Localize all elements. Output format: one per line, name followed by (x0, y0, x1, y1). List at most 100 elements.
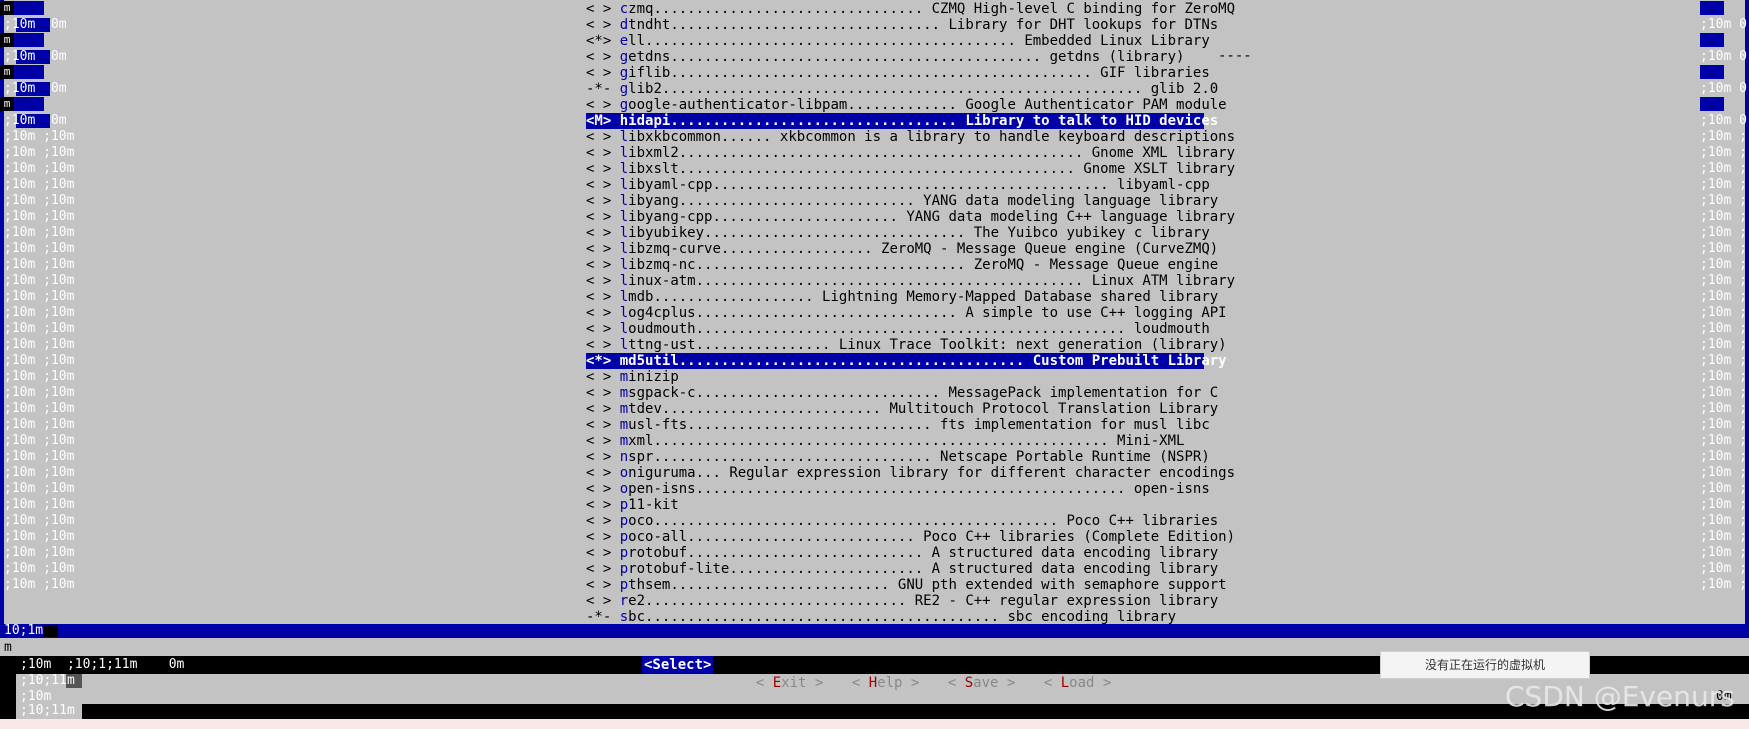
menu-item[interactable]: < > mxml................................… (586, 433, 1204, 449)
menu-item[interactable]: < > open-isns...........................… (586, 481, 1210, 497)
menu-item[interactable]: < > poco................................… (586, 513, 1218, 529)
menu-item[interactable]: < > lmdb................... Lightning Me… (586, 289, 1218, 305)
menu-item-label: zmq................................ CZMQ… (628, 1, 1236, 17)
load-hotkey: L (1060, 675, 1070, 691)
menu-item-hotkey: h (619, 113, 629, 129)
cursor-block (44, 625, 58, 637)
menu-item[interactable]: < > libyaml-cpp.........................… (586, 177, 1210, 193)
right-garbage-text: ;10m ; (1700, 305, 1747, 320)
menu-item[interactable]: < > linux-atm...........................… (586, 273, 1235, 289)
menu-item[interactable]: < > protobuf-lite.......................… (586, 561, 1218, 577)
menu-item[interactable]: < > libzmq-curve.................. ZeroM… (586, 241, 1218, 257)
left-garbage-text: ;10m ;10m (4, 401, 75, 416)
menu-item[interactable]: < > libxkbcommon...... xkbcommon is a li… (586, 129, 1235, 145)
status-bar-text: 10;1m (4, 623, 44, 638)
bottom-row-3 (16, 690, 1749, 704)
menu-item[interactable]: < > loudmouth...........................… (586, 321, 1210, 337)
left-garbage-text: ;10m ;10m (4, 177, 75, 192)
left-garbage-text: ;10m ;10m (4, 289, 75, 304)
menu-item[interactable]: < > re2............................... R… (586, 593, 1218, 609)
left-garbage-text: ;10m ;10m (4, 465, 75, 480)
menu-item-selector: < > (586, 337, 612, 353)
menu-item[interactable]: < > msgpack-c...........................… (586, 385, 1218, 401)
left-garbage-text: ;10m ;10m (4, 225, 75, 240)
menu-item[interactable]: < > oniguruma... Regular expression libr… (586, 465, 1235, 481)
menu-item-selector: < > (586, 481, 612, 497)
menu-item[interactable]: < > google-authenticator-libpam.........… (586, 97, 1227, 113)
left-garbage-text: ;10m ;10m (4, 433, 75, 448)
right-garbage-text: ;10m ; (1700, 209, 1747, 224)
help-open: < (851, 675, 869, 691)
exit-button[interactable]: < Exit > (739, 656, 823, 691)
menu-item-selector: < > (586, 497, 612, 513)
menu-item[interactable]: < > giflib..............................… (586, 65, 1210, 81)
menu-item[interactable]: < > libyang-cpp...................... YA… (586, 209, 1235, 225)
save-button[interactable]: < Save > (931, 656, 1015, 691)
menu-item-hotkey: g (619, 97, 629, 113)
menu-item-selector: < > (586, 225, 612, 241)
bottom-line-2: ;10;11m (20, 673, 75, 688)
menu-item[interactable]: < > nspr................................… (586, 449, 1210, 465)
menu-item[interactable]: < > dtndht..............................… (586, 17, 1218, 33)
menu-item-hotkey: r (619, 593, 629, 609)
menu-item-hotkey: s (619, 609, 629, 625)
menu-item-label: e2............................... RE2 - … (628, 593, 1219, 609)
menu-item-hotkey: p (619, 497, 629, 513)
menu-item-label: etdns...................................… (628, 49, 1185, 65)
right-garbage-text: ;10m ; (1700, 513, 1747, 528)
menu-item[interactable]: < > libxml2.............................… (586, 145, 1235, 161)
right-garbage-text: ;10m ; (1700, 385, 1747, 400)
menu-item[interactable]: < > pthsem.......................... GNU… (586, 577, 1227, 593)
menu-item-label: oco-all........................... Poco … (628, 529, 1236, 545)
menu-item[interactable]: < > libyubikey..........................… (586, 225, 1210, 241)
menu-item[interactable]: < > mtdev.......................... Mult… (586, 401, 1218, 417)
load-button[interactable]: < Load > (1027, 656, 1111, 691)
right-garbage-text: ;10m ; (1700, 497, 1747, 512)
menu-item[interactable]: < > libzmq-nc...........................… (586, 257, 1218, 273)
left-garbage-text: ;10m ;10m (4, 417, 75, 432)
menu-item[interactable]: <*> ell.................................… (586, 33, 1210, 49)
menu-item[interactable]: < > lttng-ust................ Linux Trac… (586, 337, 1227, 353)
menu-item-label: niguruma... Regular expression library f… (628, 465, 1236, 481)
right-garbage-text: ;10m 0 (1700, 49, 1747, 64)
menu-item[interactable]: < > log4cplus...........................… (586, 305, 1227, 321)
load-rest: oad > (1069, 675, 1112, 691)
load-open: < (1043, 675, 1061, 691)
menu-item[interactable]: <M> hidapi..............................… (586, 113, 1218, 129)
menu-item-label: oogle-authenticator-libpam............. … (628, 97, 1227, 113)
help-button[interactable]: < Help > (835, 656, 919, 691)
menu-item-label: ll......................................… (628, 33, 1210, 49)
menu-item-selector: < > (586, 529, 612, 545)
menu-item-hotkey: n (619, 449, 629, 465)
menu-item[interactable]: < > getdns..............................… (586, 49, 1204, 65)
menu-item[interactable]: < > libxslt.............................… (586, 161, 1235, 177)
menu-item[interactable]: < > poco-all........................... … (586, 529, 1235, 545)
menu-item-selector: < > (586, 209, 612, 225)
menu-item-selector: < > (586, 161, 612, 177)
left-garbage-text: ;10m ;10m (4, 129, 75, 144)
menu-item-label: ibzmq-nc................................… (628, 257, 1219, 273)
left-garbage-text: ;10m ;10m (4, 209, 75, 224)
menu-item[interactable]: < > protobuf............................… (586, 545, 1218, 561)
menu-item[interactable]: < > p11-kit (586, 497, 1204, 513)
menu-item[interactable]: -*- sbc.................................… (586, 609, 1204, 625)
menu-item[interactable]: < > musl-fts............................… (586, 417, 1210, 433)
menu-item[interactable]: -*- glib2...............................… (586, 81, 1218, 97)
menu-item[interactable]: < > czmq................................… (586, 1, 1235, 17)
menu-item[interactable]: <*> md5util.............................… (586, 353, 1227, 369)
right-garbage-text: ;10m 0 (1700, 113, 1747, 128)
select-button[interactable]: <Select> (642, 656, 714, 674)
menu-item[interactable]: < > minizip (586, 369, 1204, 385)
menu-item[interactable]: < > libyang............................ … (586, 193, 1218, 209)
menu-item-label: rotobuf-lite....................... A st… (628, 561, 1219, 577)
